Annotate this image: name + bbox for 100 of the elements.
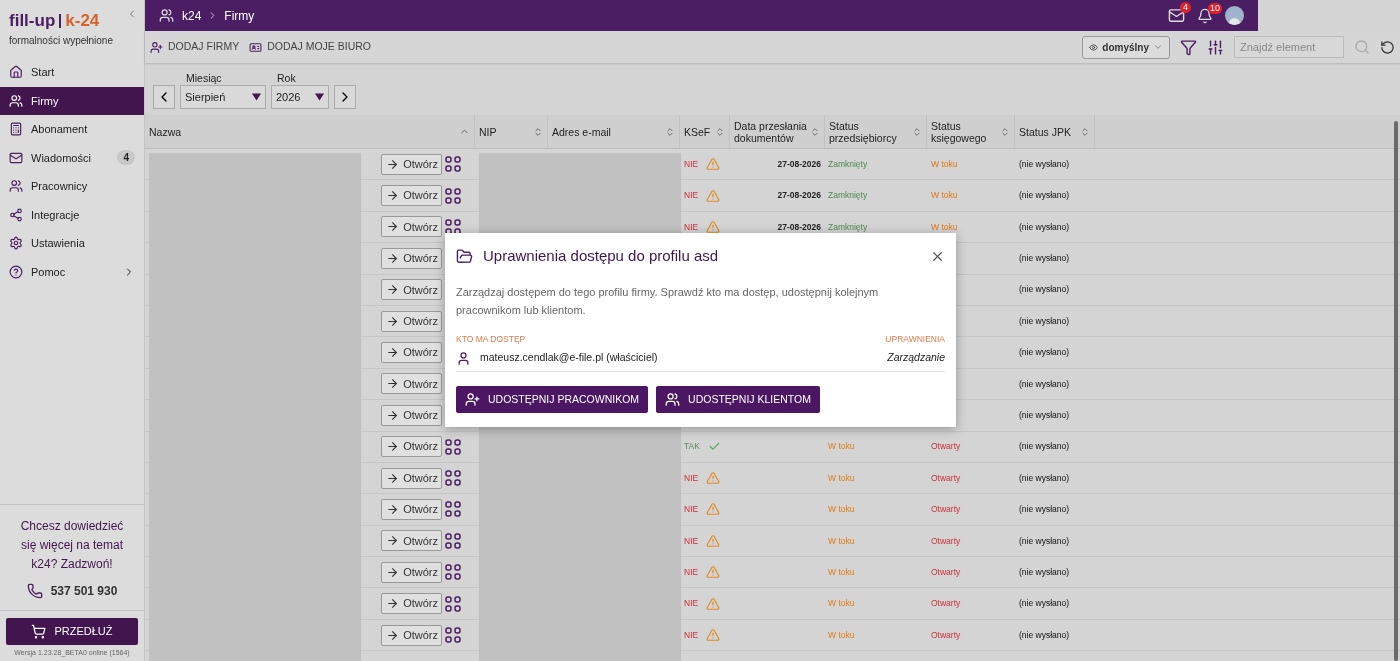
share-button[interactable]: UDOSTĘPNIJ KLIENTOM xyxy=(656,386,820,414)
breadcrumb-item[interactable]: Firmy xyxy=(224,6,255,25)
open-button[interactable]: Otwórz xyxy=(381,247,442,269)
notification-badge: 10 xyxy=(1208,2,1222,14)
sidebar-item[interactable]: Pracownicy xyxy=(0,172,144,201)
grid-icon[interactable] xyxy=(445,438,461,455)
prev-button[interactable] xyxy=(153,85,175,109)
phone-icon xyxy=(26,582,43,599)
sidebar-item[interactable]: Ustawienia xyxy=(0,229,144,258)
select-field[interactable]: Sierpień xyxy=(180,85,266,109)
status-text: W toku xyxy=(828,598,855,609)
warning-icon xyxy=(706,219,721,234)
column-header[interactable]: Status JPK xyxy=(1019,125,1080,138)
open-button[interactable]: Otwórz xyxy=(381,279,442,301)
user-add-icon xyxy=(465,392,480,408)
ksef-value: NIE xyxy=(684,220,699,234)
phone-number[interactable]: 537 501 930 xyxy=(50,581,118,600)
filter-icon[interactable] xyxy=(1180,38,1197,56)
sidebar-item[interactable]: Wiadomości 4 xyxy=(0,143,144,172)
open-button[interactable]: Otwórz xyxy=(381,624,442,646)
status-text: Otwarty xyxy=(931,504,961,515)
caret-icon xyxy=(315,93,324,101)
open-button[interactable]: Otwórz xyxy=(381,310,442,332)
column-header[interactable]: Adres e-mail xyxy=(552,125,665,138)
sidebar-item[interactable]: Start xyxy=(0,58,144,87)
open-button[interactable]: Otwórz xyxy=(381,216,442,238)
renew-button[interactable]: PRZEDŁUŻ xyxy=(6,617,138,645)
warning-icon xyxy=(706,596,721,611)
ksef-value: NIE xyxy=(684,503,699,516)
grid-icon[interactable] xyxy=(445,564,461,581)
status-text: W toku xyxy=(931,190,958,201)
sidebar-item[interactable]: Integracje xyxy=(0,200,144,229)
column-header[interactable]: Data przesłania dokumentów xyxy=(734,119,810,144)
caret-icon xyxy=(252,93,261,101)
sidebar-item[interactable]: Pomoc xyxy=(0,257,144,286)
status-text: W toku xyxy=(828,629,855,640)
status-text: Otwarty xyxy=(931,535,961,546)
open-button[interactable]: Otwórz xyxy=(381,404,442,426)
sidebar-item[interactable]: Firmy xyxy=(0,86,144,115)
toolbar-button[interactable]: DODAJ FIRMY xyxy=(150,39,240,55)
search-field[interactable]: Znajdź element xyxy=(1234,36,1344,58)
sliders-icon[interactable] xyxy=(1207,38,1224,56)
status-text: Otwarty xyxy=(931,566,961,577)
open-button[interactable]: Otwórz xyxy=(381,467,442,489)
scrollbar-thumb[interactable] xyxy=(1394,121,1398,661)
column-header[interactable]: Status księgowego xyxy=(931,119,1000,144)
status-text: Zamknięty xyxy=(828,221,868,232)
jpk-status: (nie wysłano) xyxy=(1019,504,1070,515)
refresh-icon[interactable] xyxy=(1380,39,1395,55)
eye-icon xyxy=(1089,42,1099,52)
grid-icon[interactable] xyxy=(445,532,461,549)
column-header: UPRAWNIENIA xyxy=(885,332,945,346)
jpk-status: (nie wysłano) xyxy=(1019,315,1070,326)
open-button[interactable]: Otwórz xyxy=(381,436,442,458)
ksef-value: NIE xyxy=(684,471,699,485)
open-button[interactable]: Otwórz xyxy=(381,561,442,583)
grid-icon[interactable] xyxy=(445,627,461,644)
jpk-status: (nie wysłano) xyxy=(1019,629,1070,640)
open-button[interactable]: Otwórz xyxy=(381,530,442,552)
toolbar-button[interactable]: DODAJ MOJE BIURO xyxy=(249,39,371,55)
grid-icon[interactable] xyxy=(445,501,461,518)
column-header[interactable]: NIP xyxy=(479,125,533,138)
breadcrumb-item[interactable]: k24 xyxy=(182,6,202,25)
grid-icon[interactable] xyxy=(445,595,461,612)
ksef-value: NIE xyxy=(684,597,699,611)
share-button[interactable]: UDOSTĘPNIJ PRACOWNIKOM xyxy=(456,386,649,414)
users-icon xyxy=(9,179,23,194)
open-button[interactable]: Otwórz xyxy=(381,342,442,364)
grid-icon[interactable] xyxy=(445,187,461,204)
jpk-status: (nie wysłano) xyxy=(1019,347,1070,358)
settings-icon xyxy=(9,236,23,251)
open-button[interactable]: Otwórz xyxy=(381,373,442,395)
select-field[interactable]: 2026 xyxy=(271,85,329,109)
open-button[interactable]: Otwórz xyxy=(381,593,442,615)
grid-icon[interactable] xyxy=(445,470,461,487)
user-email: mateusz.cendlak@e-file.pl (właściciel) xyxy=(480,350,659,366)
column-header[interactable]: Status przedsiębiorcy xyxy=(829,119,912,144)
next-button[interactable] xyxy=(334,85,356,109)
column-header[interactable]: Nazwa xyxy=(149,125,459,138)
warning-icon xyxy=(706,188,721,203)
ksef-value: TAK xyxy=(684,440,700,454)
column-header[interactable]: KSeF xyxy=(684,125,715,138)
view-dropdown[interactable]: domyślny xyxy=(1082,35,1170,59)
open-button[interactable]: Otwórz xyxy=(381,153,442,175)
grid-icon[interactable] xyxy=(445,156,461,173)
avatar[interactable] xyxy=(1225,6,1244,25)
jpk-status: (nie wysłano) xyxy=(1019,566,1070,577)
jpk-status: (nie wysłano) xyxy=(1019,190,1070,201)
share-icon xyxy=(9,207,23,222)
grid-icon[interactable] xyxy=(445,218,461,235)
jpk-status: (nie wysłano) xyxy=(1019,441,1070,452)
jpk-status: (nie wysłano) xyxy=(1019,221,1070,232)
open-button[interactable]: Otwórz xyxy=(381,499,442,520)
warning-icon xyxy=(706,565,721,580)
mail-icon[interactable] xyxy=(1168,7,1185,24)
warning-icon xyxy=(706,502,721,517)
jpk-status: (nie wysłano) xyxy=(1019,535,1070,546)
sidebar-item[interactable]: Abonament xyxy=(0,115,144,144)
open-button[interactable]: Otwórz xyxy=(381,185,442,207)
jpk-status: (nie wysłano) xyxy=(1019,158,1070,169)
